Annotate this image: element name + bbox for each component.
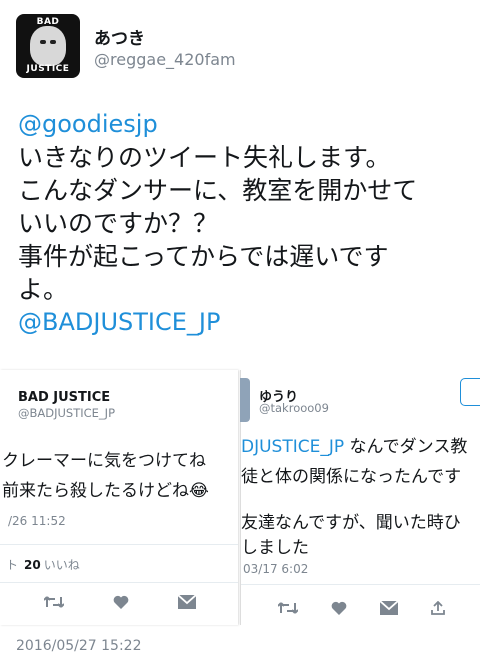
message-icon[interactable] — [379, 601, 398, 615]
card-divider — [0, 582, 238, 583]
card-text-line: 徒と体の関係になったんです — [241, 467, 462, 487]
card-actions — [261, 598, 461, 618]
tweet-line: こんなダンサーに、教室を開かせて — [18, 176, 418, 205]
tweet-body: @goodiesjp いきなりのツイート失礼します。 こんなダンサーに、教室を開… — [18, 108, 468, 339]
tweet-line: 事件が起こってからでは遅いです — [18, 242, 389, 271]
avatar-face — [30, 26, 66, 66]
heart-icon[interactable] — [331, 601, 347, 615]
card-stats: ト 20 いいね — [6, 556, 80, 573]
card-actions — [20, 592, 220, 612]
tweet-line: いきなりのツイート失礼します。 — [18, 143, 391, 172]
card-text-line: クレーマーに気をつけてね — [2, 451, 206, 471]
follow-button[interactable] — [460, 378, 480, 406]
avatar-eye-right — [50, 40, 56, 44]
card-timestamp: /26 11:52 — [8, 514, 66, 528]
card-author-handle[interactable]: @BADJUSTICE_JP — [18, 406, 115, 420]
tweet-timestamp: 2016/05/27 15:22 — [16, 638, 142, 654]
avatar-eye-left — [40, 40, 46, 44]
embedded-tweet-right: ゆうり @takrooo09 DJUSTICE_JP なんでダンス教 徒と体の関… — [240, 370, 480, 625]
mention-link[interactable]: @goodiesjp — [18, 108, 468, 141]
card-author-name[interactable]: BAD JUSTICE — [18, 390, 110, 405]
card-avatar[interactable] — [240, 378, 250, 422]
likes-label: いいね — [43, 558, 80, 572]
card-divider — [0, 544, 238, 545]
author-name[interactable]: あつき — [94, 24, 145, 49]
card-author-handle[interactable]: @takrooo09 — [259, 401, 329, 415]
stats-prefix: ト — [6, 558, 19, 572]
message-icon[interactable] — [177, 595, 196, 609]
heart-icon[interactable] — [113, 595, 129, 609]
author-handle[interactable]: @reggae_420fam — [94, 50, 236, 69]
mention-link[interactable]: DJUSTICE_JP — [241, 437, 344, 457]
mention-link[interactable]: @BADJUSTICE_JP — [18, 306, 468, 339]
tweet-line: よ。 — [18, 275, 69, 304]
embedded-tweet-left: BAD JUSTICE @BADJUSTICE_JP クレーマーに気をつけてね … — [0, 370, 238, 625]
share-icon[interactable] — [430, 601, 445, 615]
card-divider — [241, 584, 480, 585]
retweet-icon[interactable] — [44, 595, 65, 609]
tweet-header: BAD JUSTICE あつき @reggae_420fam — [16, 14, 456, 82]
author-avatar[interactable]: BAD JUSTICE — [16, 14, 80, 78]
card-timestamp: 03/17 6:02 — [243, 562, 309, 576]
card-text-line: しました — [241, 538, 309, 558]
likes-count: 20 — [24, 558, 41, 572]
card-text-fragment: なんでダンス教 — [344, 437, 468, 457]
tweet-line: いいのですか？？ — [18, 209, 219, 238]
retweet-icon[interactable] — [277, 601, 298, 615]
card-text-line: DJUSTICE_JP なんでダンス教 — [241, 432, 467, 463]
card-text-line: 前来たら殺したるけどね😂 — [2, 481, 209, 501]
avatar-logo-text-bottom: JUSTICE — [26, 64, 70, 74]
